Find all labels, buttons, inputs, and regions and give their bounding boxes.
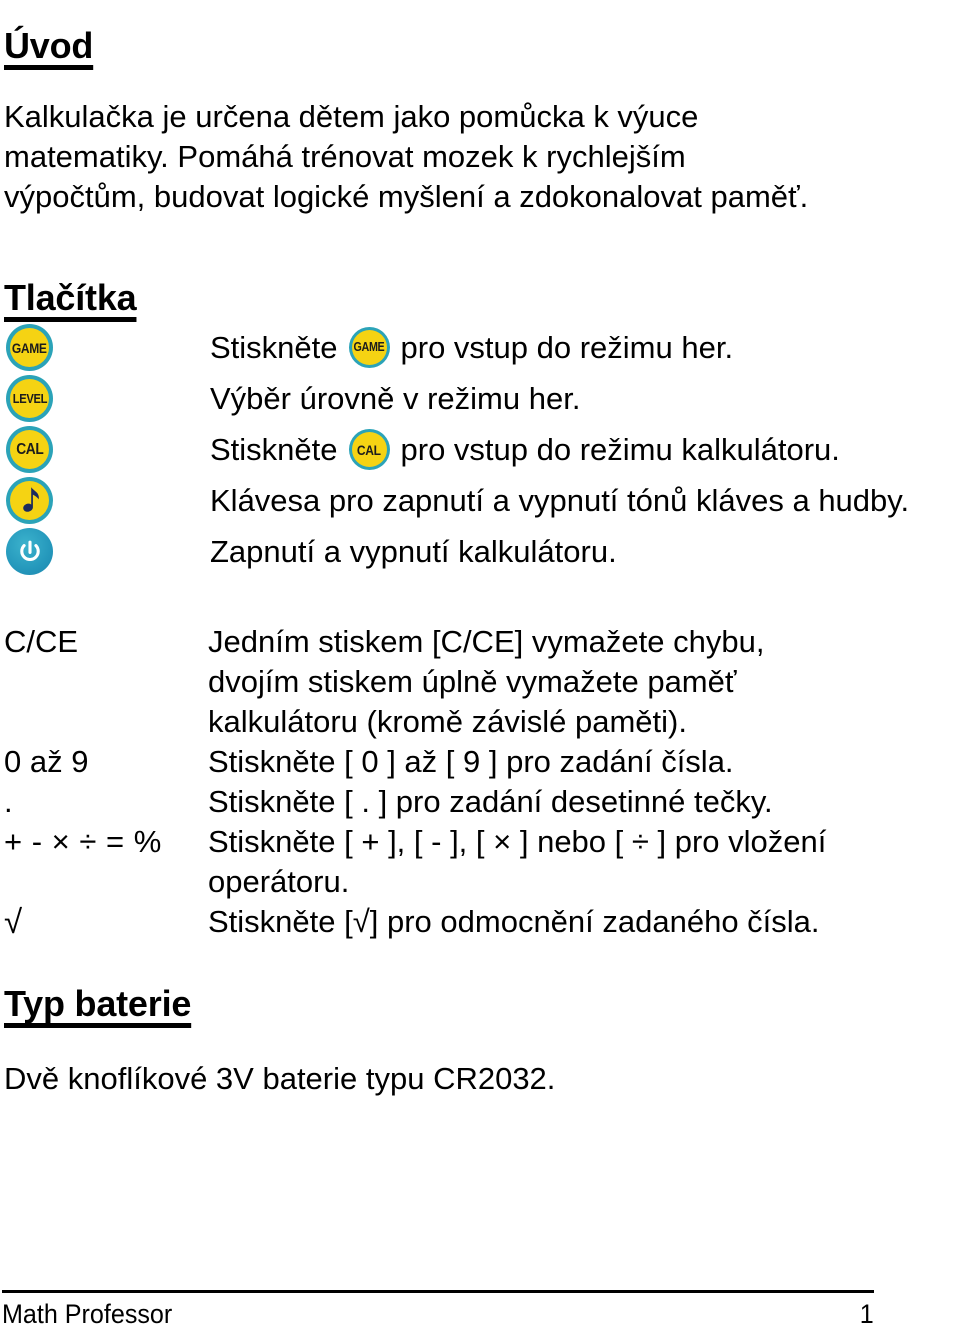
page-footer: Math Professor 1 <box>2 1290 874 1330</box>
key-description-line: operátoru. <box>208 864 350 899</box>
row-text-before: Zapnutí a vypnutí kalkulátoru. <box>210 533 617 569</box>
key-description: Stiskněte [ . ] pro zadání desetinné teč… <box>208 782 773 822</box>
level-key-icon-label: LEVEL <box>12 391 47 406</box>
key-symbol: C/CE <box>4 624 79 659</box>
music-note-glyph-icon <box>22 487 39 512</box>
button-description-row: Výběr úrovně v režimu her. <box>210 373 960 424</box>
table-row: 0 až 9 Stiskněte [ 0 ] až [ 9 ] pro zadá… <box>4 742 954 782</box>
footer-product-name: Math Professor <box>2 1299 173 1329</box>
button-description-row: Klávesa pro zapnutí a vypnutí tónů kláve… <box>210 475 960 526</box>
row-text-before: Výběr úrovně v režimu her. <box>210 380 581 416</box>
key-symbol: 0 až 9 <box>4 744 89 779</box>
footer-bar: Math Professor 1 <box>2 1293 874 1330</box>
power-glyph-icon <box>19 540 40 561</box>
key-symbol: . <box>4 784 13 819</box>
footer-page-number: 1 <box>859 1299 874 1329</box>
row-text-after: pro vstup do režimu her. <box>400 329 734 365</box>
key-symbol: + - × ÷ = % <box>4 824 162 859</box>
game-key-icon: GAME <box>6 324 53 371</box>
key-description-line: Jedním stiskem [C/CE] vymažete chybu, <box>208 624 765 659</box>
key-description-line: kalkulátoru (kromě závislé paměti). <box>208 704 687 739</box>
key-description: Stiskněte [ 0 ] až [ 9 ] pro zadání čísl… <box>208 742 734 782</box>
key-description-line: Stiskněte [√] pro odmocnění zadaného čís… <box>208 904 820 939</box>
button-description-row: Stiskněte CAL pro vstup do režimu kalkul… <box>210 424 960 475</box>
cal-key-icon-inline: CAL <box>348 429 390 470</box>
cal-key-icon-label: CAL <box>15 440 44 458</box>
table-row: C/CE Jedním stiskem [C/CE] vymažete chyb… <box>4 622 954 742</box>
key-description: Stiskněte [√] pro odmocnění zadaného čís… <box>208 902 820 942</box>
power-key-icon <box>6 528 53 575</box>
page-title-uvod: Úvod <box>4 25 94 67</box>
cal-key-icon: CAL <box>6 426 53 473</box>
button-description-row: Zapnutí a vypnutí kalkulátoru. <box>210 526 960 577</box>
table-row: . Stiskněte [ . ] pro zadání desetinné t… <box>4 782 954 822</box>
button-icon-column: GAME LEVEL CAL <box>6 322 66 577</box>
table-row: √ Stiskněte [√] pro odmocnění zadaného č… <box>4 902 954 942</box>
battery-paragraph: Dvě knoflíkové 3V baterie typu CR2032. <box>4 1061 556 1096</box>
key-description-line: Stiskněte [ . ] pro zadání desetinné teč… <box>208 784 773 819</box>
game-key-icon-inline-label: GAME <box>353 340 385 355</box>
page-title-typ-baterie: Typ baterie <box>4 983 192 1025</box>
key-description: Stiskněte [ + ], [ - ], [ × ] nebo [ ÷ ]… <box>208 822 826 902</box>
key-description-line: dvojím stiskem úplně vymažete paměť <box>208 664 737 699</box>
icon-column-row: CAL <box>6 424 66 475</box>
game-key-icon-label: GAME <box>12 339 47 356</box>
button-description-row: Stiskněte GAME pro vstup do režimu her. <box>210 322 960 373</box>
document-page: Úvod Kalkulačka je určena dětem jako pom… <box>0 0 960 1340</box>
key-description: Jedním stiskem [C/CE] vymažete chybu, dv… <box>208 622 764 742</box>
game-key-icon-inline: GAME <box>348 327 390 368</box>
key-description-line: Stiskněte [ + ], [ - ], [ × ] nebo [ ÷ ]… <box>208 824 827 859</box>
icon-column-row: GAME <box>6 322 66 373</box>
row-text-before: Stiskněte <box>210 431 338 467</box>
key-description-line: Stiskněte [ 0 ] až [ 9 ] pro zadání čísl… <box>208 744 734 779</box>
key-reference-table: C/CE Jedním stiskem [C/CE] vymažete chyb… <box>4 622 954 942</box>
intro-paragraph: Kalkulačka je určena dětem jako pomůcka … <box>4 99 809 214</box>
music-note-key-icon <box>6 477 53 524</box>
cal-key-icon-inline-label: CAL <box>357 441 381 458</box>
key-symbol: √ <box>4 903 23 940</box>
button-description-list: Stiskněte GAME pro vstup do režimu her. … <box>210 322 960 577</box>
row-text-before: Stiskněte <box>210 329 338 365</box>
table-row: + - × ÷ = % Stiskněte [ + ], [ - ], [ × … <box>4 822 954 902</box>
level-key-icon: LEVEL <box>6 375 53 422</box>
row-text-before: Klávesa pro zapnutí a vypnutí tónů kláve… <box>210 482 910 518</box>
icon-column-row <box>6 526 66 577</box>
icon-column-row: LEVEL <box>6 373 66 424</box>
icon-column-row <box>6 475 66 526</box>
page-title-tlacitka: Tlačítka <box>4 277 137 319</box>
row-text-after: pro vstup do režimu kalkulátoru. <box>400 431 840 467</box>
